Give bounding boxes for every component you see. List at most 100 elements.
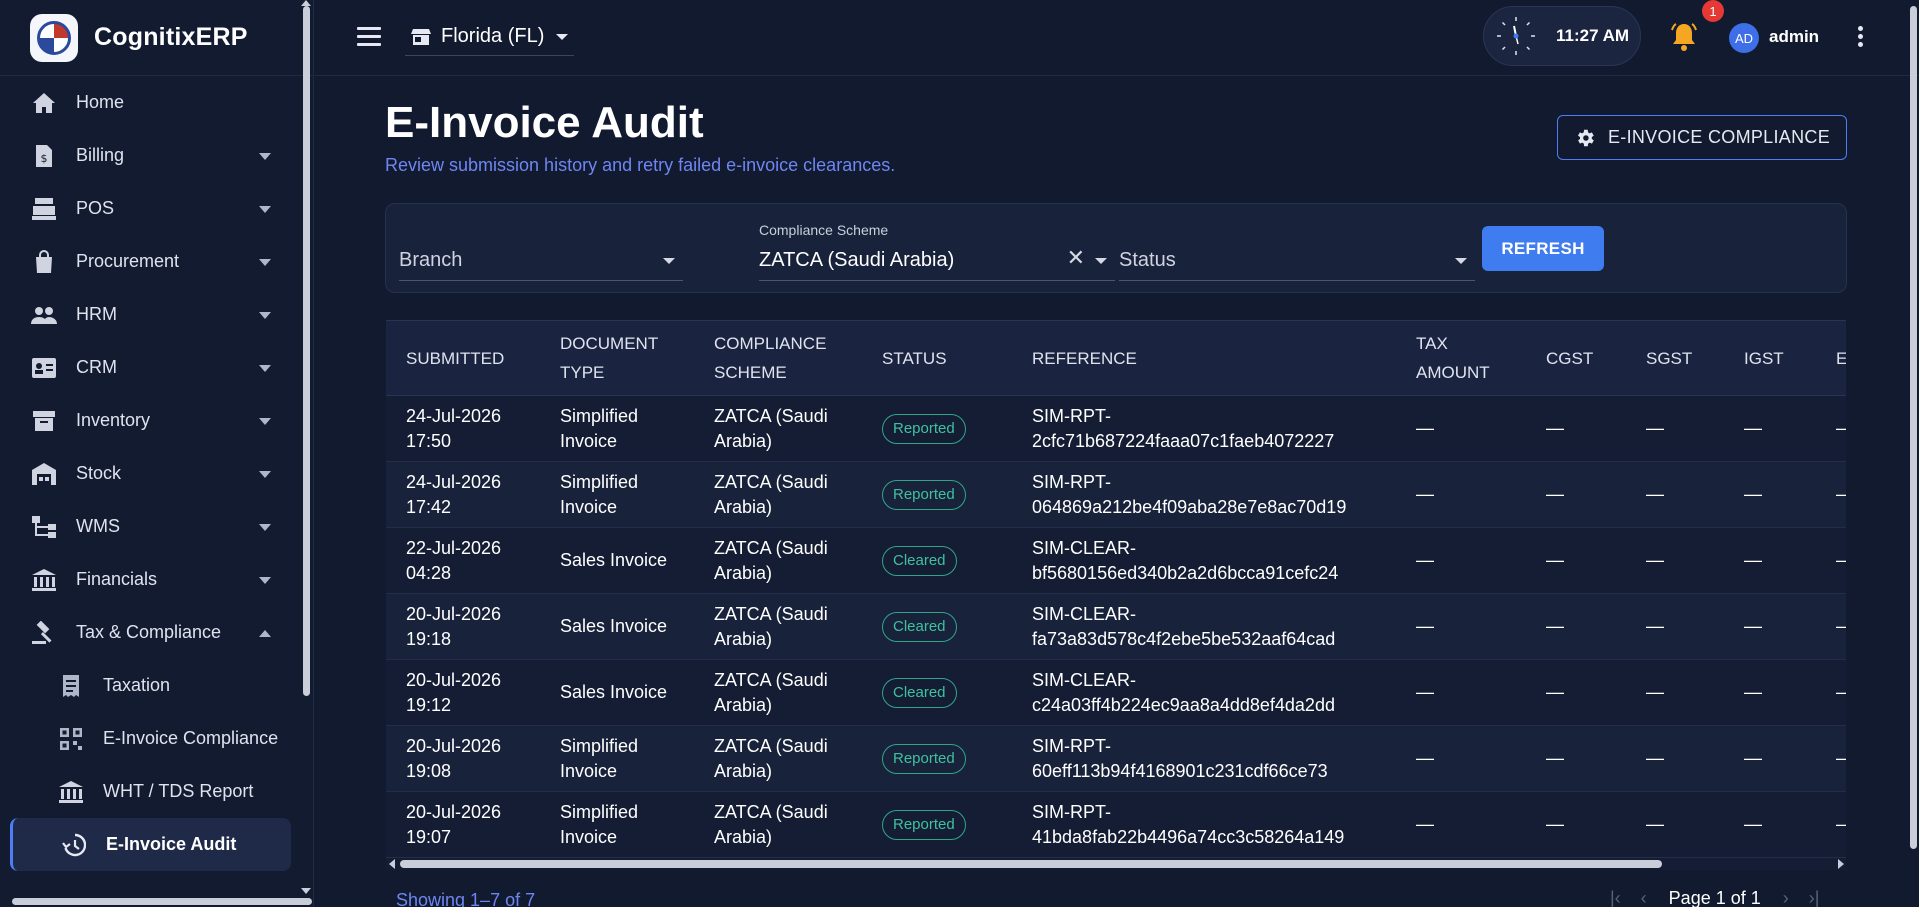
table-row[interactable]: 20-Jul-2026 19:12 Sales Invoice ZATCA (Sau… xyxy=(386,659,1846,726)
store-name: Florida (FL) xyxy=(441,25,545,47)
menu-icon[interactable] xyxy=(357,27,381,47)
cell-igst: — xyxy=(1724,725,1816,792)
previous-page-icon[interactable]: ‹ xyxy=(1641,888,1647,907)
receipt-icon xyxy=(57,672,85,700)
scroll-right-arrow-icon[interactable] xyxy=(1838,859,1844,869)
sidebar-subitem-label: WHT / TDS Report xyxy=(103,781,254,801)
cell-submitted: 20-Jul-2026 19:08 xyxy=(386,725,540,792)
cell-sgst: — xyxy=(1626,395,1724,462)
sidebar: CognitixERP Home $ Billing POS Procurement HR… xyxy=(0,0,314,907)
cell-igst: — xyxy=(1724,395,1816,462)
table-row[interactable]: 24-Jul-2026 17:42 Simplified Invoice ZATCA… xyxy=(386,461,1846,528)
chevron-down-icon xyxy=(1455,258,1467,264)
table-row[interactable]: 20-Jul-2026 19:08 Simplified Invoice ZATCA… xyxy=(386,725,1846,792)
table-horizontal-scrollbar[interactable] xyxy=(400,860,1662,868)
shopping-bag-icon xyxy=(30,248,58,276)
cell-sgst: — xyxy=(1626,659,1724,726)
scroll-down-arrow-icon[interactable] xyxy=(301,888,311,894)
sidebar-horizontal-scrollbar[interactable] xyxy=(12,898,312,905)
compliance-scheme-select[interactable]: Compliance Scheme ZATCA (Saudi Arabia) ✕ xyxy=(759,222,1115,281)
sidebar-subitem-taxation[interactable]: Taxation xyxy=(0,659,299,712)
sidebar-item-label: Procurement xyxy=(76,251,180,271)
cell-status: Reported xyxy=(862,395,1012,462)
branch-select[interactable]: Branch xyxy=(399,222,683,281)
sidebar-item-financials[interactable]: Financials xyxy=(0,553,299,606)
sidebar-item-billing[interactable]: $ Billing xyxy=(0,129,299,182)
sidebar-item-stock[interactable]: Stock xyxy=(0,447,299,500)
page-scrollbar[interactable] xyxy=(1910,6,1917,849)
next-page-icon[interactable]: › xyxy=(1783,888,1789,907)
sidebar-item-pos[interactable]: POS xyxy=(0,182,299,235)
cell-cgst: — xyxy=(1526,527,1626,594)
clear-icon[interactable]: ✕ xyxy=(1067,245,1085,271)
last-page-icon[interactable]: ›| xyxy=(1809,888,1820,907)
column-header[interactable]: IGST xyxy=(1724,320,1816,396)
user-name[interactable]: admin xyxy=(1769,27,1819,47)
clock-icon xyxy=(1497,17,1535,55)
cell-status: Reported xyxy=(862,461,1012,528)
cell-submitted: 20-Jul-2026 19:07 xyxy=(386,791,540,858)
notification-bell-icon[interactable] xyxy=(1670,22,1698,52)
sidebar-subitem-label: E-Invoice Audit xyxy=(106,834,237,854)
sidebar-subitem-e-invoice-audit[interactable]: E-Invoice Audit xyxy=(10,818,291,871)
sidebar-item-inventory[interactable]: Inventory xyxy=(0,394,299,447)
sidebar-item-procurement[interactable]: Procurement xyxy=(0,235,299,288)
cell-reference: SIM-RPT-60eff113b94f4168901c231cdf66ce73 xyxy=(1012,725,1396,792)
page-title: E-Invoice Audit xyxy=(385,98,704,147)
column-header[interactable]: SGST xyxy=(1626,320,1724,396)
status-select[interactable]: Status xyxy=(1119,222,1475,281)
sidebar-item-wms[interactable]: WMS xyxy=(0,500,299,553)
cell-doc-type: Simplified Invoice xyxy=(540,461,694,528)
column-header[interactable]: CGST xyxy=(1526,320,1626,396)
cell-doc-type: Sales Invoice xyxy=(540,593,694,660)
column-header[interactable]: COMPLIANCE SCHEME xyxy=(694,320,862,396)
column-header[interactable]: STATUS xyxy=(862,320,1012,396)
sidebar-item-home[interactable]: Home xyxy=(0,76,299,129)
table-row[interactable]: 20-Jul-2026 19:07 Simplified Invoice ZATCA… xyxy=(386,791,1846,858)
sidebar-item-tax-compliance[interactable]: Tax & Compliance xyxy=(0,606,299,659)
store-selector[interactable]: Florida (FL) xyxy=(405,18,575,56)
e-invoice-compliance-button[interactable]: E-INVOICE COMPLIANCE xyxy=(1557,115,1847,160)
cell-doc-type: Simplified Invoice xyxy=(540,395,694,462)
column-header[interactable]: DOCUMENT TYPE xyxy=(540,320,694,396)
sidebar-item-hrm[interactable]: HRM xyxy=(0,288,299,341)
column-header[interactable]: E xyxy=(1816,320,1846,396)
archive-icon xyxy=(30,407,58,435)
cell-tax: — xyxy=(1396,395,1526,462)
column-header[interactable]: TAX AMOUNT xyxy=(1396,320,1526,396)
app-logo xyxy=(30,13,78,62)
cell-scheme: ZATCA (Saudi Arabia) xyxy=(694,395,862,462)
cell-sgst: — xyxy=(1626,791,1724,858)
history-icon xyxy=(60,831,88,859)
scroll-left-arrow-icon[interactable] xyxy=(389,859,395,869)
chevron-down-icon xyxy=(259,258,271,266)
table-row[interactable]: 20-Jul-2026 19:18 Sales Invoice ZATCA (Sau… xyxy=(386,593,1846,660)
column-header[interactable]: REFERENCE xyxy=(1012,320,1396,396)
table-row[interactable]: 22-Jul-2026 04:28 Sales Invoice ZATCA (Sau… xyxy=(386,527,1846,594)
sidebar-item-label: Financials xyxy=(76,569,158,589)
cell-extra: — xyxy=(1816,725,1846,792)
cell-igst: — xyxy=(1724,461,1816,528)
sidebar-item-label: HRM xyxy=(76,304,117,324)
column-header[interactable]: SUBMITTED xyxy=(386,320,540,396)
sidebar-subitem-wht-tds-report[interactable]: WHT / TDS Report xyxy=(0,765,299,818)
table-row[interactable]: 24-Jul-2026 17:50 Simplified Invoice ZATCA… xyxy=(386,395,1846,462)
more-options-icon[interactable] xyxy=(1858,26,1864,48)
sidebar-item-label: WMS xyxy=(76,516,120,536)
cell-doc-type: Sales Invoice xyxy=(540,527,694,594)
cell-submitted: 20-Jul-2026 19:12 xyxy=(386,659,540,726)
page-subtitle: Review submission history and retry fail… xyxy=(385,155,896,175)
avatar[interactable]: AD xyxy=(1729,23,1759,53)
brand[interactable]: CognitixERP xyxy=(0,0,313,76)
first-page-icon[interactable]: |‹ xyxy=(1610,888,1621,907)
chevron-down-icon xyxy=(556,33,569,40)
sidebar-item-label: Billing xyxy=(76,145,125,165)
home-icon xyxy=(30,89,58,117)
chevron-down-icon xyxy=(259,523,271,531)
sidebar-subitem-e-invoice-compliance[interactable]: E-Invoice Compliance xyxy=(0,712,299,765)
cell-status: Reported xyxy=(862,725,1012,792)
refresh-button[interactable]: REFRESH xyxy=(1482,226,1604,271)
sidebar-item-crm[interactable]: CRM xyxy=(0,341,299,394)
sidebar-scrollbar[interactable] xyxy=(303,6,310,696)
cell-status: Cleared xyxy=(862,527,1012,594)
